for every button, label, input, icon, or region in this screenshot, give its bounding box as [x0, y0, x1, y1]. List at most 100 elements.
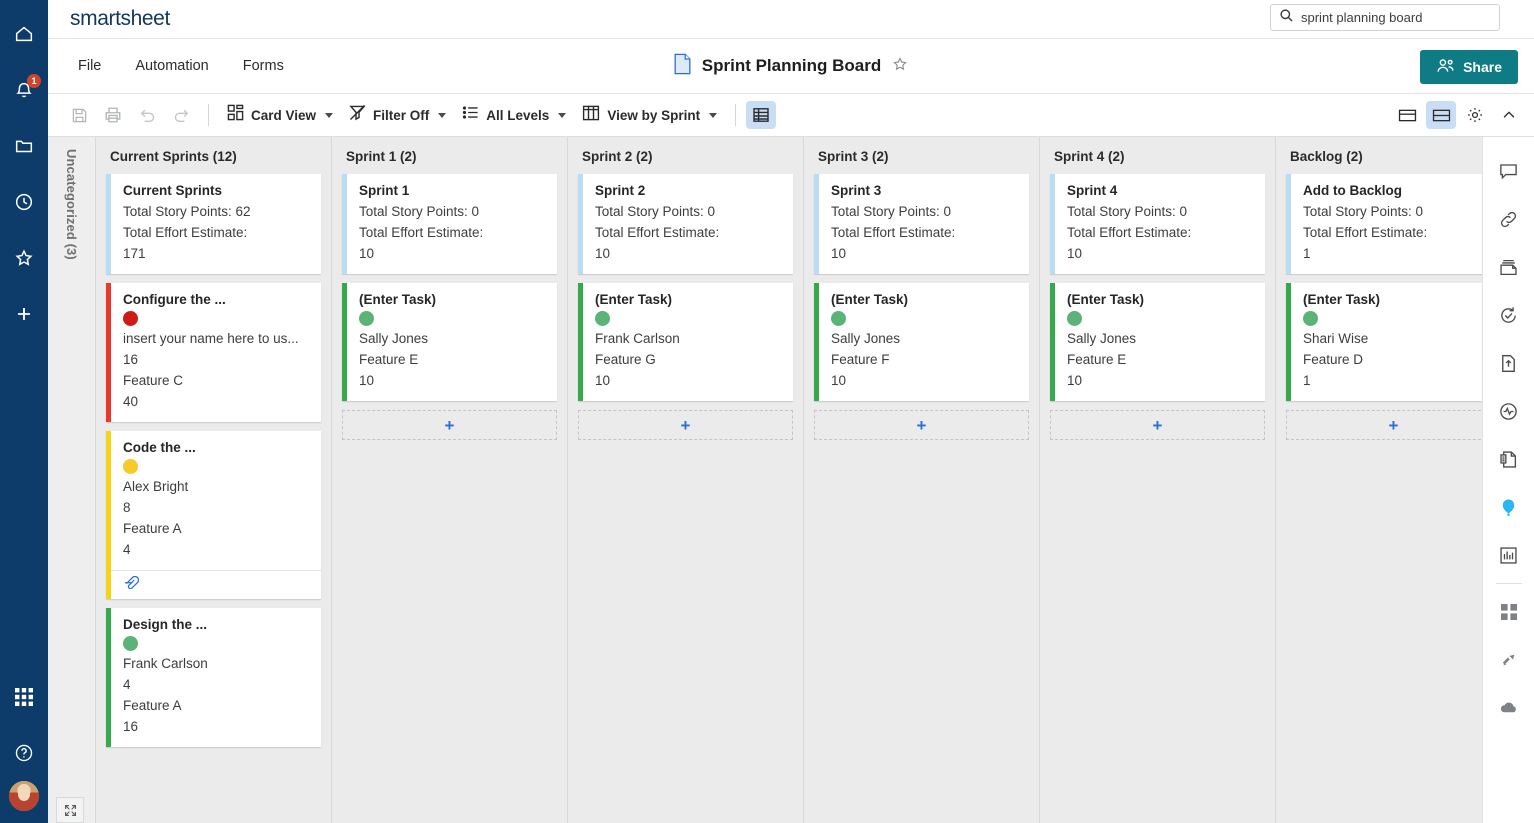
- activity-log-icon[interactable]: [1483, 387, 1534, 435]
- add-card-button[interactable]: +: [1050, 410, 1265, 440]
- paperclip-icon[interactable]: [123, 576, 139, 594]
- chevron-down-icon[interactable]: [558, 113, 566, 118]
- grid-table-toggle[interactable]: [746, 101, 776, 129]
- undo-icon[interactable]: [130, 98, 164, 132]
- nav-folder-icon[interactable]: [0, 118, 48, 174]
- card[interactable]: (Enter Task)Sally JonesFeature E10: [1050, 283, 1265, 401]
- print-icon[interactable]: [96, 98, 130, 132]
- page-title: Sprint Planning Board: [702, 56, 881, 76]
- levels-control[interactable]: All Levels: [454, 100, 574, 130]
- card[interactable]: Sprint 2Total Story Points: 0Total Effor…: [578, 174, 793, 274]
- menu-item-file[interactable]: File: [66, 52, 113, 80]
- board-column[interactable]: Sprint 1 (2)Sprint 1Total Story Points: …: [332, 137, 568, 823]
- card-field: Total Effort Estimate:: [1067, 222, 1253, 243]
- notification-badge: 1: [27, 74, 41, 88]
- card-field: Total Effort Estimate:: [359, 222, 545, 243]
- nav-help-icon[interactable]: [0, 725, 48, 781]
- board-column[interactable]: Sprint 3 (2)Sprint 3Total Story Points: …: [804, 137, 1040, 823]
- save-icon[interactable]: [62, 98, 96, 132]
- menu-item-automation[interactable]: Automation: [123, 52, 220, 80]
- card[interactable]: Add to BacklogTotal Story Points: 0Total…: [1286, 174, 1482, 274]
- collapse-toolbar-button[interactable]: [1494, 101, 1524, 129]
- chevron-down-icon[interactable]: [325, 113, 333, 118]
- main-region: smartsheet File Automation Forms: [48, 0, 1534, 823]
- card-title: Current Sprints: [123, 183, 309, 198]
- card[interactable]: (Enter Task)Sally JonesFeature E10: [342, 283, 557, 401]
- card[interactable]: Configure the ...insert your name here t…: [106, 283, 321, 422]
- link-icon[interactable]: [1483, 195, 1534, 243]
- card-field: Sally Jones: [359, 328, 545, 349]
- comment-icon[interactable]: [1483, 147, 1534, 195]
- card[interactable]: Sprint 1Total Story Points: 0Total Effor…: [342, 174, 557, 274]
- card[interactable]: Current SprintsTotal Story Points: 62Tot…: [106, 174, 321, 274]
- proof-icon[interactable]: [1483, 435, 1534, 483]
- redo-icon[interactable]: [164, 98, 198, 132]
- view-by-control[interactable]: View by Sprint: [574, 100, 725, 131]
- add-card-button[interactable]: +: [814, 410, 1029, 440]
- chevron-up-icon: [1501, 107, 1517, 123]
- card-field: Total Effort Estimate:: [595, 222, 781, 243]
- card-view-control[interactable]: Card View: [219, 100, 341, 130]
- nav-home-icon[interactable]: [0, 6, 48, 62]
- balloon-icon[interactable]: [1483, 483, 1534, 531]
- split-pane-stacked-toggle[interactable]: [1426, 101, 1456, 129]
- expand-panel-button[interactable]: [56, 797, 84, 823]
- card-title: Code the ...: [123, 440, 309, 455]
- apps-grid-icon[interactable]: [1483, 588, 1534, 636]
- add-card-button[interactable]: +: [1286, 410, 1482, 440]
- right-rail: [1482, 137, 1534, 823]
- board-column[interactable]: Sprint 2 (2)Sprint 2Total Story Points: …: [568, 137, 804, 823]
- toolbar-right-controls: [1392, 101, 1524, 129]
- menu-item-forms[interactable]: Forms: [231, 52, 296, 80]
- toolbar-divider: [208, 104, 209, 126]
- card-field: 171: [123, 243, 309, 264]
- add-card-button[interactable]: +: [342, 410, 557, 440]
- search-input[interactable]: [1301, 10, 1491, 25]
- card-field: 10: [831, 370, 1017, 391]
- card-title: Design the ...: [123, 617, 309, 632]
- upload-file-icon[interactable]: [1483, 339, 1534, 387]
- card-field: Total Story Points: 0: [359, 201, 545, 222]
- nav-bell-icon[interactable]: 1: [0, 62, 48, 118]
- card[interactable]: (Enter Task)Frank CarlsonFeature G10: [578, 283, 793, 401]
- nav-star-icon[interactable]: [0, 230, 48, 286]
- board-column[interactable]: Backlog (2)Add to BacklogTotal Story Poi…: [1276, 137, 1482, 823]
- column-title: Sprint 2 (2): [578, 137, 793, 174]
- global-search[interactable]: [1270, 4, 1500, 31]
- nav-apps-grid-icon[interactable]: [0, 669, 48, 725]
- update-request-icon[interactable]: [1483, 291, 1534, 339]
- card[interactable]: (Enter Task)Shari WiseFeature D1: [1286, 283, 1482, 401]
- chart-icon[interactable]: [1483, 531, 1534, 579]
- card-field: Frank Carlson: [123, 653, 309, 674]
- card[interactable]: Code the ...Alex Bright8Feature A4: [106, 431, 321, 599]
- card[interactable]: (Enter Task)Sally JonesFeature F10: [814, 283, 1029, 401]
- column-title: Current Sprints (12): [106, 137, 321, 174]
- card-field: Sally Jones: [1067, 328, 1253, 349]
- chevron-down-icon[interactable]: [438, 113, 446, 118]
- add-card-button[interactable]: +: [578, 410, 793, 440]
- board-column[interactable]: Sprint 4 (2)Sprint 4Total Story Points: …: [1040, 137, 1276, 823]
- user-avatar[interactable]: [9, 781, 39, 811]
- filter-control[interactable]: Filter Off: [341, 100, 454, 130]
- swimlane-label[interactable]: Uncategorized (3): [48, 137, 96, 823]
- board-columns[interactable]: Current Sprints (12)Current SprintsTotal…: [96, 137, 1482, 823]
- card-stack-icon[interactable]: [1483, 243, 1534, 291]
- card-field: Feature A: [123, 695, 309, 716]
- card-field: 4: [123, 674, 309, 695]
- settings-button[interactable]: [1460, 101, 1490, 129]
- card[interactable]: Sprint 3Total Story Points: 0Total Effor…: [814, 174, 1029, 274]
- nav-plus-icon[interactable]: [0, 286, 48, 342]
- board-column[interactable]: Current Sprints (12)Current SprintsTotal…: [96, 137, 332, 823]
- card-field: Shari Wise: [1303, 328, 1482, 349]
- smartsheet-logo[interactable]: smartsheet: [70, 7, 170, 31]
- jira-icon[interactable]: [1483, 636, 1534, 684]
- card[interactable]: Sprint 4Total Story Points: 0Total Effor…: [1050, 174, 1265, 274]
- chevron-down-icon[interactable]: [709, 113, 717, 118]
- card-field: 10: [359, 370, 545, 391]
- cloud-connector-icon[interactable]: [1483, 684, 1534, 732]
- split-pane-horizontal-toggle[interactable]: [1392, 101, 1422, 129]
- share-button[interactable]: Share: [1420, 50, 1518, 84]
- favorite-star-icon[interactable]: [891, 55, 909, 78]
- card[interactable]: Design the ...Frank Carlson4Feature A16: [106, 608, 321, 747]
- nav-clock-icon[interactable]: [0, 174, 48, 230]
